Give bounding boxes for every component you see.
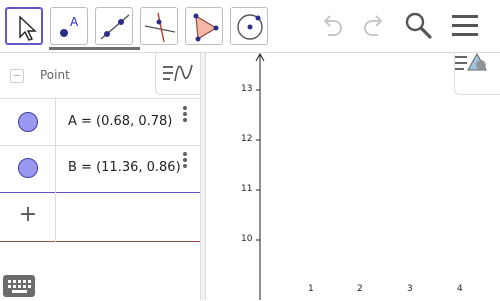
perpendicular-line-icon [144, 12, 176, 43]
plus-icon: + [18, 202, 38, 227]
perpendicular-line-tool-button[interactable] [140, 7, 178, 45]
list-item[interactable]: A = (0.68, 0.78) [0, 98, 200, 147]
redo-button[interactable] [356, 9, 388, 41]
polygon-icon [193, 13, 219, 42]
circle-tool-button[interactable] [230, 7, 268, 45]
collapse-group-button[interactable] [10, 69, 24, 83]
cursor-arrow-icon [19, 15, 37, 41]
y-tick-label: 12 [241, 134, 253, 144]
keyboard-icon [8, 280, 31, 293]
expression-text: A = (0.68, 0.78) [68, 114, 173, 129]
more-options-icon[interactable] [181, 151, 189, 171]
svg-text:A: A [70, 15, 79, 29]
point-icon: A [60, 15, 79, 37]
graphics-style-bar-button[interactable] [454, 53, 500, 95]
y-tick-label: 10 [241, 234, 253, 244]
algebra-style-bar-button[interactable] [155, 53, 199, 95]
hamburger-menu-icon [452, 15, 478, 36]
tools-scroll-indicator [49, 47, 140, 50]
x-tick-label: 4 [457, 284, 463, 294]
redo-icon [364, 15, 383, 36]
line-icon [100, 14, 130, 40]
undo-icon [323, 15, 342, 36]
keyboard-button[interactable] [3, 275, 35, 297]
graphics-view[interactable]: 13 12 11 10 1 2 3 4 [207, 53, 500, 300]
point-tool-button[interactable]: A [50, 7, 88, 45]
x-tick-label: 1 [308, 284, 314, 294]
group-label: Point [40, 68, 70, 82]
search-icon [405, 12, 432, 39]
point-marker-icon [18, 112, 38, 132]
add-item-cell[interactable]: + [0, 194, 56, 242]
algebra-settings-icon [163, 64, 193, 82]
toolbar: A [0, 0, 500, 53]
circle-center-icon [237, 14, 263, 40]
panel-divider[interactable] [200, 53, 206, 300]
line-tool-button[interactable] [95, 7, 133, 45]
x-tick-label: 2 [357, 284, 363, 294]
visibility-toggle[interactable] [0, 99, 56, 147]
graphics-settings-icon [455, 53, 487, 71]
list-item[interactable]: B = (11.36, 0.86) [0, 145, 200, 193]
more-options-icon[interactable] [181, 105, 189, 125]
algebra-view: Point A = (0.68, 0.78) B = (11.36, 0.86)… [0, 53, 200, 300]
input-row[interactable]: + [0, 194, 200, 242]
polygon-tool-button[interactable] [185, 7, 223, 45]
y-tick-label: 13 [241, 84, 253, 94]
visibility-toggle[interactable] [0, 145, 56, 193]
y-tick-label: 11 [241, 184, 253, 194]
search-button[interactable] [402, 9, 434, 41]
expression-text: B = (11.36, 0.86) [68, 160, 181, 175]
x-tick-label: 3 [407, 284, 413, 294]
point-marker-icon [18, 158, 38, 178]
move-tool-button[interactable] [5, 7, 43, 45]
undo-button[interactable] [318, 9, 350, 41]
main-menu-button[interactable] [450, 9, 482, 41]
